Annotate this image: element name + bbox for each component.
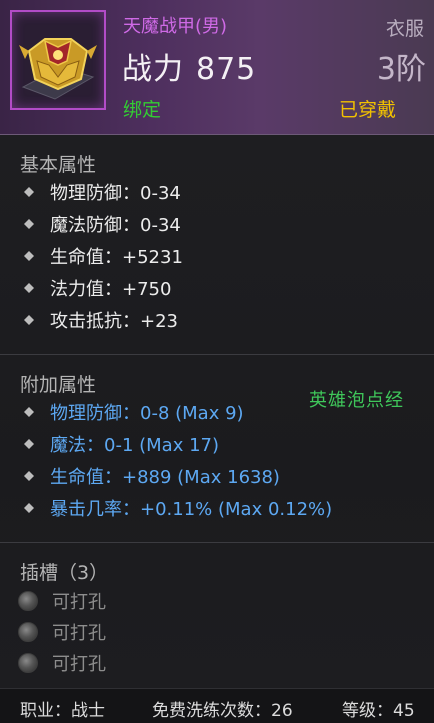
diamond-bullet-icon bbox=[24, 187, 34, 197]
tooltip-footer: 职业：战士 免费洗练次数：26 等级：45 bbox=[0, 688, 434, 723]
socket-slot[interactable]: 可打孔 bbox=[18, 617, 106, 647]
empty-socket-icon bbox=[18, 591, 38, 611]
base-attribute-text: 生命值：+5231 bbox=[50, 247, 183, 268]
diamond-bullet-icon bbox=[24, 471, 34, 481]
base-attribute-text: 攻击抵抗：+23 bbox=[50, 311, 178, 332]
bonus-attribute-text: 魔法：0-1 (Max 17) bbox=[50, 435, 220, 456]
section-divider bbox=[0, 354, 434, 355]
bonus-attribute-row: 魔法：0-1 (Max 17) bbox=[24, 430, 219, 458]
base-attribute-text: 物理防御：0-34 bbox=[50, 183, 181, 204]
empty-socket-icon bbox=[18, 653, 38, 673]
bonus-attribute-row: 暴击几率：+0.11% (Max 0.12%) bbox=[24, 494, 332, 522]
base-attribute-text: 魔法防御：0-34 bbox=[50, 215, 181, 236]
base-attribute-row: 法力值：+750 bbox=[24, 274, 171, 302]
item-header: 天魔战甲(男) 战力 875 衣服 3阶 绑定 已穿戴 bbox=[0, 0, 434, 135]
item-tier: 3阶 bbox=[376, 52, 426, 87]
section-divider bbox=[0, 542, 434, 543]
diamond-bullet-icon bbox=[24, 407, 34, 417]
base-attribute-text: 法力值：+750 bbox=[50, 279, 172, 300]
base-attribute-row: 魔法防御：0-34 bbox=[24, 210, 181, 238]
base-attributes-title: 基本属性 bbox=[20, 154, 97, 176]
character-class: 职业：战士 bbox=[20, 701, 105, 721]
sockets-title: 插槽（3） bbox=[20, 562, 109, 584]
bonus-attribute-row: 生命值：+889 (Max 1638) bbox=[24, 462, 280, 490]
socket-label: 可打孔 bbox=[52, 592, 106, 613]
socket-slot[interactable]: 可打孔 bbox=[18, 648, 106, 678]
bonus-attribute-text: 生命值：+889 (Max 1638) bbox=[50, 467, 280, 488]
equipment-slot-type: 衣服 bbox=[385, 18, 424, 40]
socket-label: 可打孔 bbox=[52, 623, 106, 644]
side-note-text: 英雄泡点经 bbox=[309, 390, 404, 411]
socket-slot[interactable]: 可打孔 bbox=[18, 586, 106, 616]
equip-status: 已穿戴 bbox=[338, 99, 396, 121]
combat-power-label: 战力 bbox=[122, 52, 184, 87]
base-attribute-row: 物理防御：0-34 bbox=[24, 178, 181, 206]
diamond-bullet-icon bbox=[24, 219, 34, 229]
base-attribute-row: 生命值：+5231 bbox=[24, 242, 183, 270]
empty-socket-icon bbox=[18, 622, 38, 642]
bind-status: 绑定 bbox=[123, 99, 162, 121]
required-level: 等级：45 bbox=[342, 701, 415, 721]
bonus-attribute-text: 物理防御：0-8 (Max 9) bbox=[50, 403, 244, 424]
base-attribute-row: 攻击抵抗：+23 bbox=[24, 306, 178, 334]
diamond-bullet-icon bbox=[24, 439, 34, 449]
socket-label: 可打孔 bbox=[52, 654, 106, 675]
golden-armor-chest-icon bbox=[10, 10, 106, 110]
bonus-attribute-text: 暴击几率：+0.11% (Max 0.12%) bbox=[50, 499, 333, 520]
diamond-bullet-icon bbox=[24, 251, 34, 261]
combat-power-value: 875 bbox=[196, 52, 257, 87]
bonus-attributes-title: 附加属性 bbox=[20, 374, 97, 396]
diamond-bullet-icon bbox=[24, 315, 34, 325]
bonus-attribute-row: 物理防御：0-8 (Max 9) bbox=[24, 398, 244, 426]
free-refine-count: 免费洗练次数：26 bbox=[152, 701, 293, 721]
diamond-bullet-icon bbox=[24, 503, 34, 513]
combat-power: 战力 875 bbox=[122, 44, 256, 88]
diamond-bullet-icon bbox=[24, 283, 34, 293]
item-name: 天魔战甲(男) bbox=[123, 16, 228, 37]
